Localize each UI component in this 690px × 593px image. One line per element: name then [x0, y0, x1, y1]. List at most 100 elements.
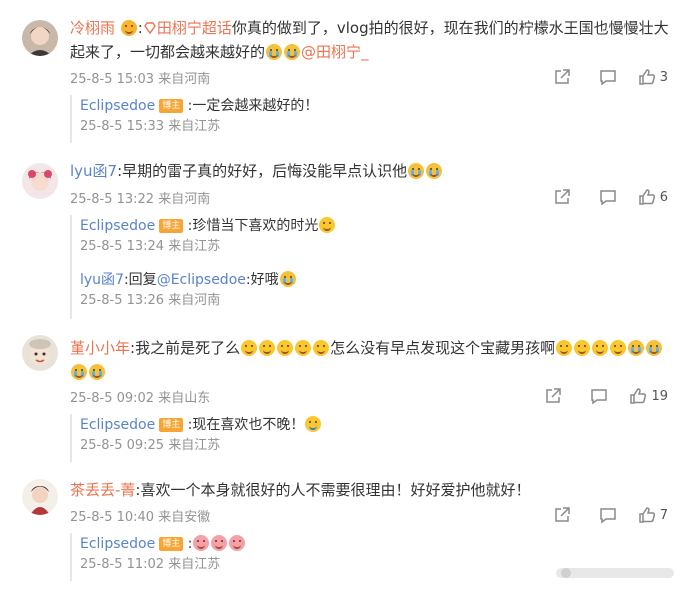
reply-location: 来自河南	[168, 293, 221, 308]
crying-emoji-icon	[284, 44, 301, 60]
kiss-emoji-icon	[193, 535, 210, 551]
comment-icon	[599, 190, 616, 206]
comment-actions: 7	[534, 505, 668, 525]
like-button[interactable]: 19	[629, 387, 668, 405]
topic-link[interactable]: 田栩宁超话	[157, 19, 232, 37]
reply-username[interactable]: Eclipsedoe	[80, 218, 155, 234]
kiss-emoji-icon	[229, 535, 246, 551]
share-icon	[546, 388, 562, 403]
reply-line: Eclipsedoe 博主 :现在喜欢也不晚！	[80, 414, 670, 436]
comment-meta: 25-8-5 10:40 来自安徽	[70, 506, 210, 525]
sad-emoji-icon	[259, 340, 276, 356]
comment-meta: 25-8-5 15:03 来自河南	[70, 68, 210, 87]
reply-line: Eclipsedoe 博主 :	[80, 533, 670, 555]
reply-time: 25-8-5 11:02	[80, 557, 165, 572]
reply-line: Eclipsedoe 博主 :珍惜当下喜欢的时光	[80, 215, 670, 237]
comment-meta: 25-8-5 13:22 来自河南	[70, 188, 210, 207]
like-icon	[638, 189, 655, 205]
reply-username[interactable]: Eclipsedoe	[80, 417, 155, 433]
reply-block: Eclipsedoe 博主 :一定会越来越好的！ 25-8-5 15:33 来自江…	[70, 95, 670, 143]
like-button[interactable]: 3	[638, 68, 668, 86]
share-icon	[554, 69, 570, 84]
share-button[interactable]	[544, 67, 580, 87]
reply-line: Eclipsedoe 博主 :一定会越来越好的！	[80, 95, 670, 117]
comment-icon	[599, 70, 616, 86]
comment-username[interactable]: lyu函7	[70, 162, 117, 180]
reply-line: lyu函7:回复@Eclipsedoe:好哦	[80, 269, 670, 291]
crying-emoji-icon	[628, 340, 645, 356]
comment-body: :喜欢一个本身就很好的人不需要很理由！好好爱护他就好！	[135, 481, 531, 499]
comment-time: 25-8-5 09:02	[70, 391, 155, 406]
share-icon	[554, 507, 570, 522]
comment-button[interactable]	[581, 386, 617, 406]
comment-text: 茶丢丢-菁:喜欢一个本身就很好的人不需要很理由！好好爱护他就好！	[70, 478, 670, 502]
reply-username[interactable]: Eclipsedoe	[80, 98, 155, 114]
crying-emoji-icon	[408, 163, 425, 179]
share-icon	[554, 189, 570, 204]
share-button[interactable]	[544, 187, 580, 207]
comment-username[interactable]: 堇小小年	[70, 339, 130, 357]
comment-location: 来自安徽	[158, 510, 211, 525]
blogger-badge: 博主	[159, 418, 184, 432]
crying-emoji-icon	[71, 364, 87, 380]
comment-location: 来自河南	[158, 192, 211, 207]
sad-emoji-icon	[277, 340, 294, 356]
supertopic-diamond-icon	[144, 22, 156, 35]
reply-meta: 25-8-5 09:25 来自江苏	[80, 436, 670, 456]
comment-button[interactable]	[590, 187, 626, 207]
mention-link[interactable]: @田栩宁_	[301, 43, 369, 61]
comment-button[interactable]	[590, 505, 626, 525]
sad-emoji-icon	[241, 340, 258, 356]
blogger-badge: 博主	[159, 99, 184, 113]
crown-emoji-icon	[120, 20, 137, 36]
share-button[interactable]	[544, 505, 580, 525]
crying-emoji-icon	[89, 364, 105, 380]
hug-emoji-icon	[319, 217, 336, 233]
like-icon	[630, 388, 647, 404]
comment-body: 怎么没有早点发现这个宝藏男孩啊	[330, 339, 556, 357]
like-icon	[638, 69, 655, 85]
reply-username[interactable]: Eclipsedoe	[80, 536, 155, 552]
comment-username[interactable]: 冷栩雨	[70, 19, 115, 37]
comment-button[interactable]	[590, 67, 626, 87]
comment-time: 25-8-5 13:22	[70, 192, 155, 207]
like-button[interactable]: 6	[638, 188, 668, 206]
user-avatar[interactable]	[22, 20, 58, 56]
comment-icon	[591, 389, 608, 405]
comment-location: 来自河南	[158, 72, 211, 87]
like-count: 7	[659, 507, 668, 523]
sad-emoji-icon	[610, 340, 627, 356]
crying-emoji-icon	[646, 340, 663, 356]
watermark-logo	[556, 568, 674, 578]
like-count: 3	[659, 69, 668, 85]
comment-actions: 6	[534, 187, 668, 207]
comment-username[interactable]: 茶丢丢-菁	[70, 481, 135, 499]
comment-time: 25-8-5 15:03	[70, 72, 155, 87]
reply-text: :	[187, 536, 193, 552]
sad-emoji-icon	[313, 340, 330, 356]
mention-link[interactable]: @Eclipsedoe	[157, 272, 246, 288]
reply-location: 来自江苏	[168, 557, 221, 572]
comment-meta: 25-8-5 09:02 来自山东	[70, 387, 210, 406]
share-button[interactable]	[535, 386, 571, 406]
user-avatar[interactable]	[22, 335, 58, 371]
comment-icon	[599, 508, 616, 524]
pat-emoji-icon	[305, 416, 322, 432]
crying-emoji-icon	[266, 44, 283, 60]
reply-username[interactable]: lyu函7	[80, 272, 124, 288]
reply-prefix: :回复	[123, 272, 157, 288]
comment-time: 25-8-5 10:40	[70, 510, 155, 525]
reply-time: 25-8-5 09:25	[80, 438, 165, 453]
like-button[interactable]: 7	[638, 506, 668, 524]
blogger-badge: 博主	[159, 219, 184, 233]
sad-emoji-icon	[574, 340, 591, 356]
crying-emoji-icon	[426, 163, 443, 179]
reply-text: :好哦	[245, 272, 279, 288]
comment-actions: 3	[534, 67, 668, 87]
reply-text: :珍惜当下喜欢的时光	[187, 218, 319, 234]
reply-block: Eclipsedoe 博主 :现在喜欢也不晚！ 25-8-5 09:25 来自江苏	[70, 414, 670, 462]
reply-meta: 25-8-5 15:33 来自江苏	[80, 117, 670, 137]
user-avatar[interactable]	[22, 163, 58, 199]
reply-text: :现在喜欢也不晚！	[187, 417, 305, 433]
user-avatar[interactable]	[22, 479, 58, 515]
